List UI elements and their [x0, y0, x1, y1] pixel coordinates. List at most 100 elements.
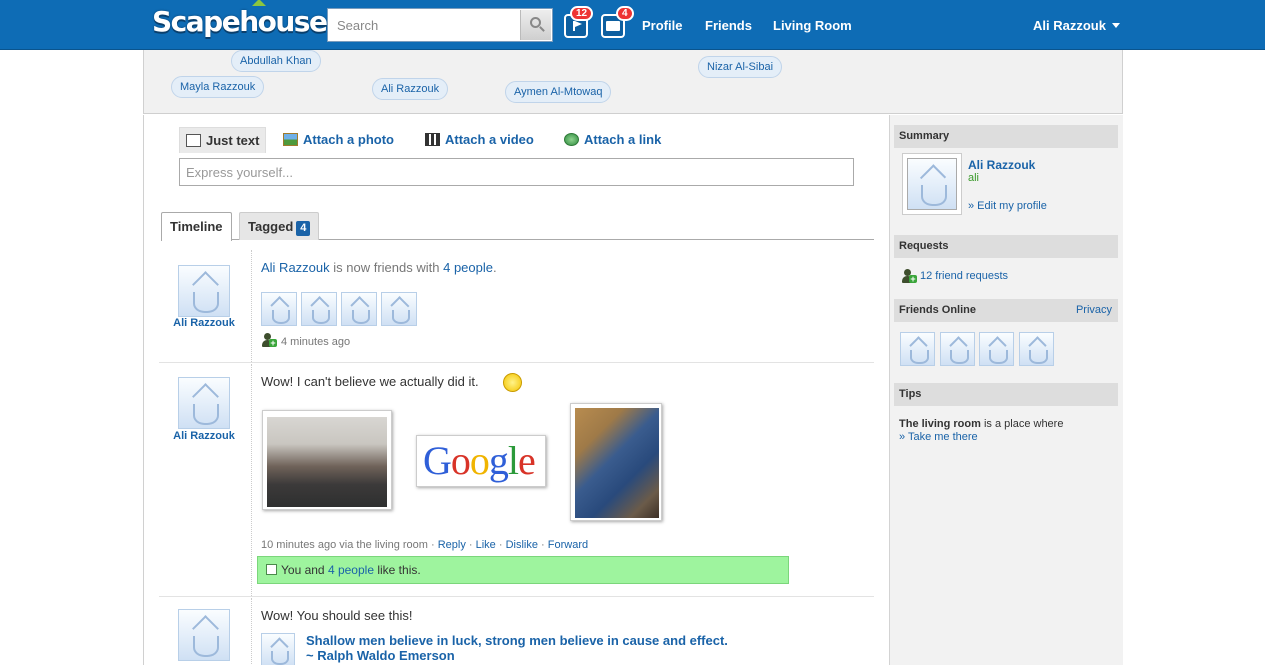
thumbs-up-icon: [266, 564, 277, 575]
google-logo: Google: [423, 438, 536, 483]
online-friend-avatar[interactable]: [1019, 332, 1054, 366]
status-input[interactable]: [179, 158, 854, 186]
person-pill[interactable]: Nizar Al-Sibai: [698, 56, 783, 78]
forward-link[interactable]: Forward: [548, 539, 588, 551]
like-link[interactable]: Like: [476, 539, 496, 551]
post-text: Wow! You should see this!: [261, 608, 413, 623]
tips-header: Tips: [894, 383, 1118, 406]
messages-badge: 4: [616, 6, 634, 21]
profile-avatar[interactable]: [907, 158, 957, 210]
post-author-link[interactable]: Ali Razzouk: [261, 260, 330, 275]
feed-post: Wow! You should see this! Shallow men be…: [159, 598, 874, 665]
person-pill[interactable]: Mayla Razzouk: [171, 76, 265, 98]
tab-attach-video[interactable]: Attach a video: [425, 127, 534, 153]
chevron-down-icon: [1111, 23, 1120, 28]
author-name[interactable]: Ali Razzouk: [159, 430, 249, 442]
tab-just-text[interactable]: Just text: [179, 127, 267, 153]
logo-roof-icon: [252, 0, 266, 6]
person-pill[interactable]: Aymen Al-Mtowaq: [505, 81, 612, 103]
likers-link[interactable]: 4 people: [328, 563, 374, 577]
take-me-there-link[interactable]: » Take me there: [899, 431, 978, 443]
online-friend-avatar[interactable]: [900, 332, 935, 366]
friend-requests-link[interactable]: 12 friend requests: [920, 270, 1008, 282]
envelope-icon: [606, 21, 620, 31]
quote-line[interactable]: Shallow men believe in luck, strong men …: [306, 633, 728, 648]
search-icon-handle: [539, 26, 545, 32]
tips-body: is a place where: [983, 418, 1064, 430]
author-avatar[interactable]: [178, 377, 230, 429]
page-content: Just text Attach a photo Attach a video …: [143, 115, 1123, 665]
logo-text: Scapehouse: [152, 5, 328, 38]
profile-username: ali: [968, 172, 980, 184]
edit-profile-link[interactable]: » Edit my profile: [968, 200, 1047, 212]
nav-profile[interactable]: Profile: [642, 18, 682, 33]
dislike-link[interactable]: Dislike: [506, 539, 538, 551]
people-strip: Abdullah Khan Mayla Razzouk Ali Razzouk …: [143, 50, 1123, 114]
reply-link[interactable]: Reply: [438, 539, 466, 551]
online-friend-avatar[interactable]: [940, 332, 975, 366]
author-name[interactable]: Ali Razzouk: [159, 317, 249, 329]
author-avatar[interactable]: [178, 265, 230, 317]
quote-avatar[interactable]: [261, 633, 295, 665]
video-icon: [425, 133, 440, 146]
feed-tabs: Timeline Tagged 4: [161, 212, 874, 241]
sidebar: Summary Ali Razzouk ali » Edit my profil…: [889, 115, 1123, 665]
search-box: [327, 8, 553, 42]
search-input[interactable]: [331, 12, 521, 38]
requests-header: Requests: [894, 235, 1118, 258]
messages-button[interactable]: 4: [601, 6, 634, 38]
privacy-link[interactable]: Privacy: [1076, 299, 1112, 322]
feed-post: Ali Razzouk Ali Razzouk is now friends w…: [159, 250, 874, 363]
author-avatar[interactable]: [178, 609, 230, 661]
friends-online-header: Friends Online Privacy: [894, 299, 1118, 322]
tab-tagged[interactable]: Tagged 4: [239, 212, 320, 240]
tips-bold: The living room: [899, 418, 981, 430]
tab-label: Attach a link: [584, 132, 662, 147]
notifications-button[interactable]: 12: [564, 6, 594, 38]
likes-bar: You and 4 people like this.: [257, 556, 789, 584]
post-body: Wow! You should see this! Shallow men be…: [251, 598, 728, 665]
photo-image: [575, 408, 659, 518]
link-thumbnail[interactable]: Google: [416, 435, 546, 487]
tab-label: Attach a video: [445, 132, 534, 147]
person-pill[interactable]: Ali Razzouk: [372, 78, 449, 100]
feed-post: Ali Razzouk Wow! I can't believe we actu…: [159, 364, 874, 597]
photo-icon: [283, 133, 298, 146]
nav-friends[interactable]: Friends: [705, 18, 752, 33]
tab-label: Attach a photo: [303, 132, 394, 147]
logo-letter: l: [507, 438, 519, 483]
post-body: Wow! I can't believe we actually did it.…: [251, 364, 789, 596]
text-cursor-icon: [186, 134, 201, 147]
profile-name[interactable]: Ali Razzouk: [968, 158, 1035, 172]
post-time: 4 minutes ago: [281, 336, 351, 348]
tab-label: Just text: [206, 133, 260, 148]
friend-avatar[interactable]: [381, 292, 417, 326]
friend-avatar[interactable]: [301, 292, 337, 326]
user-name: Ali Razzouk: [1033, 18, 1106, 33]
tab-label: Tagged: [248, 219, 294, 234]
friend-avatar[interactable]: [341, 292, 377, 326]
post-text: Ali Razzouk is now friends with 4 people…: [261, 260, 497, 275]
friends-online-title: Friends Online: [899, 304, 977, 316]
search-button[interactable]: [520, 10, 551, 40]
logo-letter: o: [469, 438, 490, 483]
online-friend-avatar[interactable]: [979, 332, 1014, 366]
add-friend-icon: +: [260, 332, 277, 348]
tab-attach-photo[interactable]: Attach a photo: [283, 127, 394, 153]
nav-living-room[interactable]: Living Room: [773, 18, 852, 33]
user-menu[interactable]: Ali Razzouk: [1033, 18, 1120, 33]
post-body: Ali Razzouk is now friends with 4 people…: [251, 250, 497, 362]
quote-author[interactable]: ~ Ralph Waldo Emerson: [306, 648, 455, 663]
smiley-icon: [503, 373, 522, 392]
post-text-end: .: [493, 260, 497, 275]
photo-thumbnail[interactable]: [570, 403, 662, 521]
person-pill[interactable]: Abdullah Khan: [231, 50, 321, 72]
scapehouse-logo[interactable]: Scapehouse: [152, 0, 328, 38]
tab-timeline[interactable]: Timeline: [161, 212, 232, 241]
photo-thumbnail[interactable]: [262, 410, 392, 510]
tab-attach-link[interactable]: Attach a link: [564, 127, 661, 153]
flag-icon: [573, 21, 582, 31]
people-link[interactable]: 4 people: [443, 260, 493, 275]
friend-avatar[interactable]: [261, 292, 297, 326]
photo-image: [267, 417, 387, 507]
